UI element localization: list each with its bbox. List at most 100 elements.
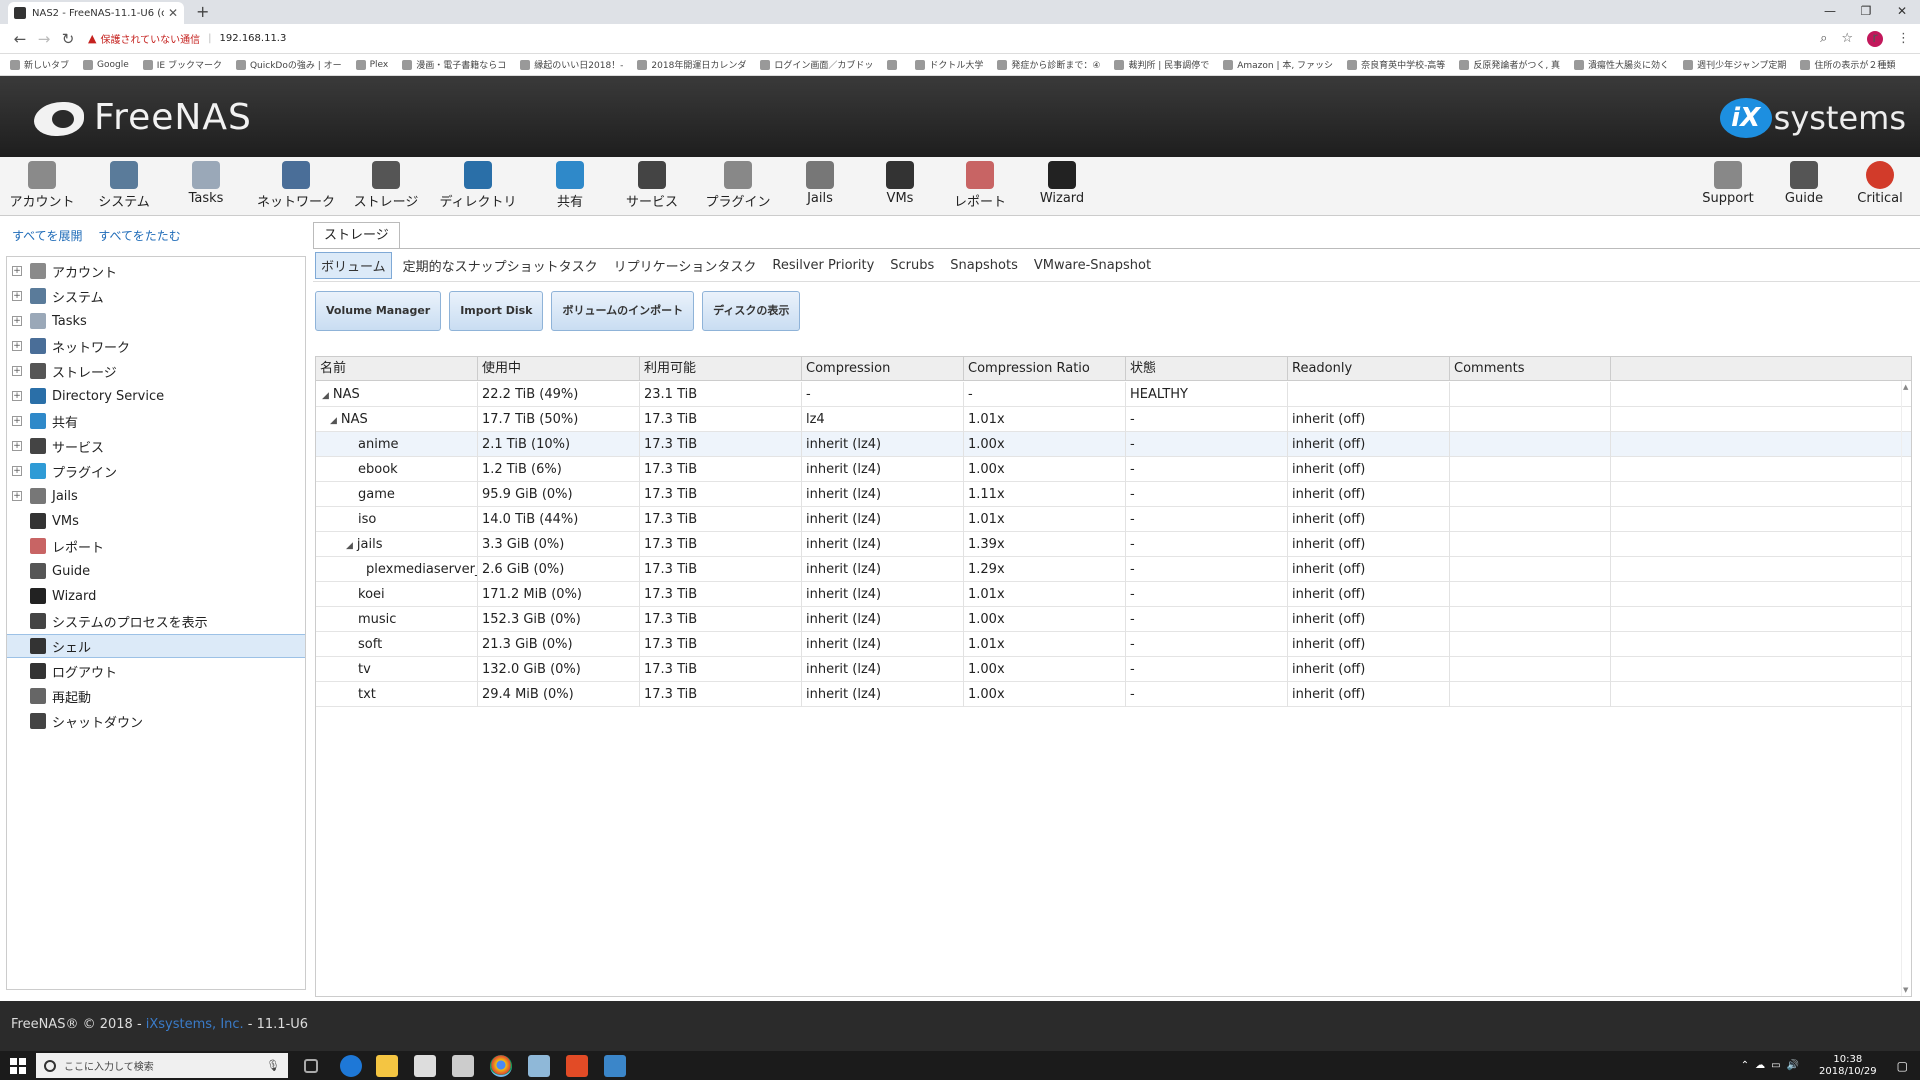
windows-start-icon[interactable] [10, 1058, 26, 1074]
volume-action-button[interactable]: Volume Manager [315, 291, 442, 331]
restore-icon[interactable]: ❐ [1848, 0, 1884, 24]
tree-item[interactable]: シェル [7, 634, 305, 658]
bookmark-item[interactable]: ログイン画面／カブドッ [760, 58, 873, 71]
toolbar-network-button[interactable]: ネットワーク [256, 161, 336, 215]
taskbar-clock[interactable]: 10:38 2018/10/29 [1819, 1054, 1877, 1078]
expand-icon[interactable]: + [12, 316, 22, 326]
table-row[interactable]: music 152.3 GiB (0%) 17.3 TiB inherit (lz4)… [316, 607, 1911, 632]
tree-item[interactable]: + プラグイン [7, 459, 305, 483]
profile-avatar[interactable]: r [1867, 30, 1883, 47]
app-icon-7[interactable] [566, 1055, 588, 1077]
bookmark-item[interactable]: Google [83, 59, 129, 70]
zoom-icon[interactable]: ⌕ [1820, 31, 1827, 46]
notification-icon[interactable]: ▢ [1897, 1059, 1908, 1073]
toolbar-tasks-button[interactable]: Tasks [166, 161, 246, 215]
reload-icon[interactable]: ↻ [56, 30, 80, 48]
tree-item[interactable]: Guide [7, 559, 305, 583]
back-icon[interactable]: ← [8, 30, 32, 48]
collapse-all-link[interactable]: すべてをたたむ [98, 229, 180, 243]
table-row[interactable]: ebook 1.2 TiB (6%) 17.3 TiB inherit (lz4) 1.… [316, 457, 1911, 482]
bookmark-item[interactable]: 発症から診断まで：④ [997, 58, 1100, 71]
tree-item[interactable]: レポート [7, 534, 305, 558]
mail-icon[interactable] [452, 1055, 474, 1077]
minimize-icon[interactable]: — [1812, 0, 1848, 24]
close-window-icon[interactable]: ✕ [1884, 0, 1920, 24]
volume-action-button[interactable]: Import Disk [449, 291, 544, 331]
toolbar-guide-button[interactable]: Guide [1764, 161, 1844, 215]
toolbar-jails-button[interactable]: Jails [780, 161, 860, 215]
tree-item[interactable]: ログアウト [7, 659, 305, 683]
bookmark-item[interactable]: ドクトル大学 [915, 58, 983, 71]
table-row[interactable]: plexmediaserver_1 2.6 GiB (0%) 17.3 TiB inh… [316, 557, 1911, 582]
tray-icons[interactable]: ⌃☁▭🔊 [1741, 1060, 1805, 1071]
expand-all-link[interactable]: すべてを展開 [12, 229, 82, 243]
bookmark-item[interactable]: 新しいタブ [10, 58, 69, 71]
column-header[interactable]: Compression [802, 357, 964, 381]
bookmark-item[interactable]: 2018年開運日カレンダ [637, 58, 746, 71]
address-bar[interactable]: ▲ 保護されていない通信 | 192.168.11.3 [88, 31, 1806, 46]
bookmark-item[interactable]: 裁判所 | 民事調停で [1114, 58, 1209, 71]
table-row[interactable]: iso 14.0 TiB (44%) 17.3 TiB inherit (lz4) 1.… [316, 507, 1911, 532]
subtab[interactable]: リプリケーションタスク [609, 253, 762, 278]
tree-item[interactable]: + Directory Service [7, 384, 305, 408]
column-header[interactable]: 名前 [316, 357, 478, 381]
bookmark-item[interactable] [887, 59, 901, 70]
table-row[interactable]: soft 21.3 GiB (0%) 17.3 TiB inherit (lz4) 1.… [316, 632, 1911, 657]
table-row[interactable]: ◢ NAS 22.2 TiB (49%) 23.1 TiB - - HEALTHY [316, 382, 1911, 407]
column-header[interactable]: Comments [1450, 357, 1611, 381]
task-view-icon[interactable] [304, 1059, 318, 1073]
tree-item[interactable]: VMs [7, 509, 305, 533]
table-row[interactable]: ◢ NAS 17.7 TiB (50%) 17.3 TiB lz4 1.01x - inher… [316, 407, 1911, 432]
subtab[interactable]: Snapshots [945, 255, 1023, 276]
close-tab-icon[interactable]: ✕ [168, 6, 178, 20]
table-row[interactable]: ◢ jails 3.3 GiB (0%) 17.3 TiB inherit (lz4) 1… [316, 532, 1911, 557]
bookmark-item[interactable]: 漫画・電子書籍ならコ [402, 58, 506, 71]
toolbar-storage-button[interactable]: ストレージ [346, 161, 426, 215]
toolbar-vms-button[interactable]: VMs [860, 161, 940, 215]
table-row[interactable]: anime 2.1 TiB (10%) 17.3 TiB inherit (lz4) 1… [316, 432, 1911, 457]
taskbar-search-input[interactable]: ここに入力して検索 🎙 [36, 1053, 288, 1078]
chrome-icon[interactable] [490, 1055, 512, 1077]
collapse-triangle-icon[interactable]: ◢ [322, 391, 329, 401]
app-icon-6[interactable] [528, 1055, 550, 1077]
browser-menu-icon[interactable]: ⋮ [1897, 31, 1910, 46]
column-header[interactable]: Compression Ratio [964, 357, 1126, 381]
expand-icon[interactable]: + [12, 366, 22, 376]
table-row[interactable]: txt 29.4 MiB (0%) 17.3 TiB inherit (lz4) 1.0… [316, 682, 1911, 707]
expand-icon[interactable]: + [12, 441, 22, 451]
table-row[interactable]: tv 132.0 GiB (0%) 17.3 TiB inherit (lz4) 1.0… [316, 657, 1911, 682]
toolbar-system-button[interactable]: システム [84, 161, 164, 215]
tree-item[interactable]: + アカウント [7, 259, 305, 283]
toolbar-plugins-button[interactable]: プラグイン [698, 161, 778, 215]
toolbar-reporting-button[interactable]: レポート [940, 161, 1020, 215]
column-header[interactable]: 状態 [1126, 357, 1288, 381]
tree-item[interactable]: + Tasks [7, 309, 305, 333]
column-header[interactable]: 利用可能 [640, 357, 802, 381]
expand-icon[interactable]: + [12, 391, 22, 401]
toolbar-sharing-button[interactable]: 共有 [530, 161, 610, 215]
expand-icon[interactable]: + [12, 291, 22, 301]
subtab[interactable]: ボリューム [315, 251, 392, 279]
tree-item[interactable]: システムのプロセスを表示 [7, 609, 305, 633]
tree-item[interactable]: Wizard [7, 584, 305, 608]
subtab[interactable]: Resilver Priority [767, 255, 879, 276]
tree-item[interactable]: + システム [7, 284, 305, 308]
tab-storage[interactable]: ストレージ [313, 222, 400, 248]
ixsystems-link[interactable]: iXsystems, Inc. [146, 1017, 244, 1032]
collapse-triangle-icon[interactable]: ◢ [346, 541, 353, 551]
app-icon-8[interactable] [604, 1055, 626, 1077]
volume-action-button[interactable]: ボリュームのインポート [551, 291, 695, 331]
collapse-triangle-icon[interactable]: ◢ [330, 416, 337, 426]
column-header[interactable]: 使用中 [478, 357, 640, 381]
subtab[interactable]: Scrubs [885, 255, 939, 276]
bookmark-item[interactable]: Amazon | 本, ファッシ [1223, 58, 1333, 71]
expand-icon[interactable]: + [12, 416, 22, 426]
new-tab-icon[interactable]: + [196, 2, 209, 21]
tree-item[interactable]: + 共有 [7, 409, 305, 433]
tree-item[interactable]: シャットダウン [7, 709, 305, 733]
table-row[interactable]: game 95.9 GiB (0%) 17.3 TiB inherit (lz4) 1.… [316, 482, 1911, 507]
expand-icon[interactable]: + [12, 491, 22, 501]
bookmark-star-icon[interactable]: ☆ [1841, 31, 1853, 46]
bookmark-item[interactable]: 潰瘍性大腸炎に効く [1574, 58, 1669, 71]
microphone-icon[interactable]: 🎙 [266, 1059, 280, 1072]
